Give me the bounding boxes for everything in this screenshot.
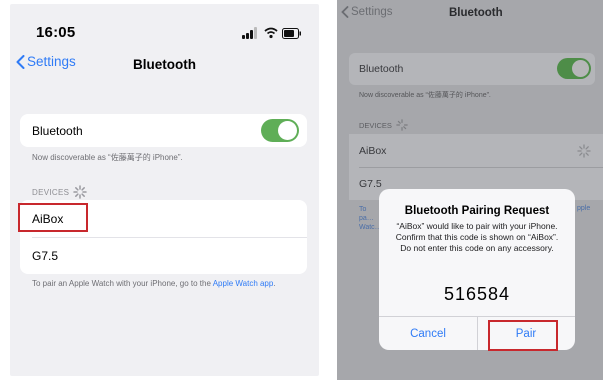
discoverable-text: Now discoverable as “佐藤萬子的 iPhone”.: [32, 153, 183, 162]
row-divider: [359, 167, 603, 168]
device-row-g75[interactable]: G7.5: [20, 238, 307, 274]
bluetooth-toggle-row: Bluetooth: [20, 114, 307, 147]
back-button-dimmed: Settings: [341, 6, 393, 18]
device-name: AiBox: [359, 145, 387, 157]
back-label: Settings: [351, 6, 393, 18]
bluetooth-row-label: Bluetooth: [359, 63, 404, 75]
devices-header-label: DEVICES: [359, 120, 392, 130]
wifi-icon: [264, 27, 278, 39]
dialog-title: Bluetooth Pairing Request: [404, 205, 550, 217]
chevron-left-icon: [341, 6, 349, 18]
footer-fragment-left: To pa… Watc…: [359, 206, 381, 231]
apple-watch-note-end: .: [273, 279, 276, 288]
loading-spinner-icon: [73, 185, 87, 199]
loading-spinner-icon: [577, 144, 591, 158]
devices-header-dimmed: DEVICES: [359, 119, 408, 131]
page-title: Bluetooth: [133, 57, 196, 72]
bluetooth-toggle[interactable]: [261, 119, 299, 142]
highlight-box-pair: [488, 320, 558, 351]
cancel-button[interactable]: Cancel: [379, 317, 477, 350]
bluetooth-row-label: Bluetooth: [32, 124, 83, 138]
page-title-dimmed: Bluetooth: [449, 7, 503, 19]
devices-header-label: DEVICES: [32, 187, 70, 197]
highlight-box-aibox: [18, 203, 88, 232]
footer-fragment-right: pple: [577, 205, 591, 212]
bluetooth-toggle-row-dimmed: Bluetooth: [349, 53, 595, 85]
bluetooth-toggle-dimmed: [557, 58, 591, 79]
devices-header: DEVICES: [32, 185, 87, 199]
left-phone-screen: 16:05 Settings Bluetooth Bluetooth Now d…: [10, 4, 319, 376]
device-name: G7.5: [359, 178, 382, 190]
discoverable-text-dimmed: Now discoverable as “佐藤萬子的 iPhone”.: [359, 92, 491, 99]
status-time: 16:05: [36, 24, 76, 41]
pairing-code: 516584: [443, 284, 511, 304]
device-name: G7.5: [32, 249, 59, 263]
dialog-message: “AiBox” would like to pair with your iPh…: [395, 221, 559, 253]
apple-watch-app-link[interactable]: Apple Watch app: [213, 279, 274, 288]
battery-icon: [282, 28, 301, 39]
apple-watch-note: To pair an Apple Watch with your iPhone,…: [32, 278, 302, 289]
loading-spinner-icon: [396, 119, 408, 131]
cellular-signal-icon: [242, 27, 258, 39]
status-bar-icons: [242, 27, 301, 41]
apple-watch-note-text: To pair an Apple Watch with your iPhone,…: [32, 279, 213, 288]
